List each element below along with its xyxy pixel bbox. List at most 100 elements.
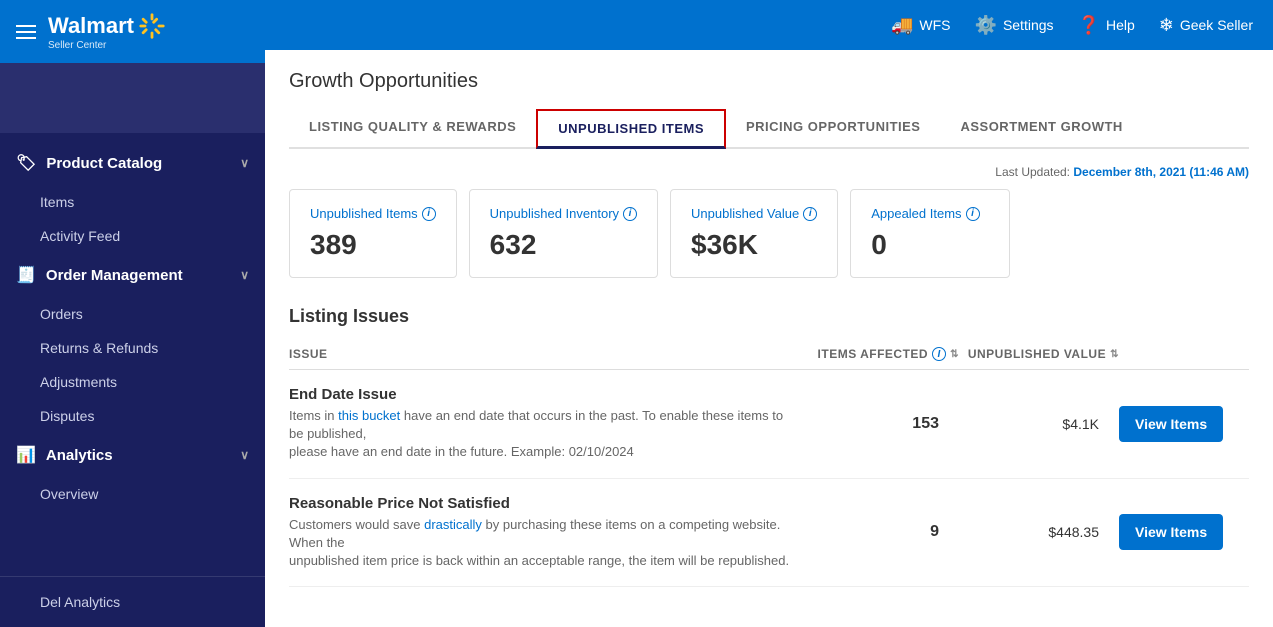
- hamburger-menu[interactable]: [16, 25, 36, 39]
- listing-issues-title: Listing Issues: [289, 306, 1249, 327]
- sidebar-item-returns-refunds[interactable]: Returns & Refunds: [40, 331, 265, 365]
- issue-info-reasonable-price: Reasonable Price Not Satisfied Customers…: [289, 495, 799, 571]
- sidebar-section-analytics-label: Analytics: [46, 447, 113, 464]
- analytics-icon: 📊: [16, 445, 36, 465]
- sidebar-header: Walmart Seller Center: [0, 0, 265, 63]
- last-updated-label: Last Updated:: [995, 165, 1070, 179]
- items-affected-info-icon[interactable]: i: [932, 347, 946, 361]
- sidebar-nav: 🏷 Product Catalog ∨ Items Activity Feed …: [0, 133, 265, 576]
- sidebar-user-area: [0, 63, 265, 133]
- wfs-icon: 🚚: [891, 15, 913, 36]
- items-affected-sort-icon[interactable]: ⇅: [950, 349, 959, 360]
- order-management-chevron: ∨: [240, 268, 249, 282]
- sidebar-item-adjustments[interactable]: Adjustments: [40, 365, 265, 399]
- issue-value-reasonable-price: $448.35: [959, 524, 1119, 540]
- issue-row-end-date: End Date Issue Items in this bucket have…: [289, 370, 1249, 479]
- end-date-highlight: this bucket: [338, 408, 400, 423]
- issue-info-end-date: End Date Issue Items in this bucket have…: [289, 386, 799, 462]
- analytics-chevron: ∨: [240, 448, 249, 462]
- issue-count-reasonable-price: 9: [799, 523, 959, 541]
- stat-card-unpublished-inventory: Unpublished Inventory i 632: [469, 189, 658, 278]
- sidebar-section-order-management: 🧾 Order Management ∨ Orders Returns & Re…: [0, 253, 265, 433]
- tab-pricing-opportunities[interactable]: PRICING OPPORTUNITIES: [726, 109, 940, 149]
- nav-settings-label: Settings: [1003, 17, 1054, 33]
- product-catalog-chevron: ∨: [240, 156, 249, 170]
- stat-card-unpublished-items-value: 389: [310, 229, 436, 261]
- logo-text: Walmart: [48, 15, 134, 37]
- issue-title-end-date: End Date Issue: [289, 386, 799, 403]
- issue-action-reasonable-price: View Items: [1119, 514, 1249, 550]
- stat-card-appealed-items-value: 0: [871, 229, 989, 261]
- stat-card-unpublished-value-value: $36K: [691, 229, 817, 261]
- sidebar-section-product-catalog-label: Product Catalog: [46, 155, 162, 172]
- stats-cards: Unpublished Items i 389 Unpublished Inve…: [289, 189, 1249, 278]
- logo-subtitle: Seller Center: [48, 40, 166, 51]
- stat-card-appealed-items: Appealed Items i 0: [850, 189, 1010, 278]
- unpublished-items-info-icon[interactable]: i: [422, 207, 436, 221]
- sidebar-item-activity-feed[interactable]: Activity Feed: [40, 219, 265, 253]
- stat-card-unpublished-items-label: Unpublished Items i: [310, 206, 436, 221]
- product-catalog-icon: 🏷: [16, 153, 36, 173]
- last-updated: Last Updated: December 8th, 2021 (11:46 …: [289, 165, 1249, 179]
- walmart-spark-icon: [138, 12, 166, 40]
- top-navbar: 🚚 WFS ⚙️ Settings ❓ Help ❄ Geek Seller: [265, 0, 1273, 50]
- sidebar-order-management-subitems: Orders Returns & Refunds Adjustments Dis…: [0, 297, 265, 433]
- reasonable-price-highlight: drastically: [424, 517, 482, 532]
- issue-desc-end-date: Items in this bucket have an end date th…: [289, 407, 799, 462]
- col-header-items-affected: ITEMS AFFECTED i ⇅: [799, 347, 959, 361]
- sidebar-item-orders[interactable]: Orders: [40, 297, 265, 331]
- stat-card-unpublished-items: Unpublished Items i 389: [289, 189, 457, 278]
- sidebar-analytics-subitems: Overview: [0, 477, 265, 511]
- sidebar-section-analytics: 📊 Analytics ∨ Overview: [0, 433, 265, 511]
- tab-assortment-growth[interactable]: ASSORTMENT GROWTH: [940, 109, 1142, 149]
- stat-card-unpublished-value: Unpublished Value i $36K: [670, 189, 838, 278]
- sidebar: Walmart Seller Center: [0, 0, 265, 627]
- tabs: LISTING QUALITY & REWARDS UNPUBLISHED IT…: [289, 109, 1249, 149]
- view-items-button-reasonable-price[interactable]: View Items: [1119, 514, 1223, 550]
- nav-settings[interactable]: ⚙️ Settings: [975, 15, 1054, 36]
- sidebar-bottom: Del Analytics: [0, 576, 265, 627]
- view-items-button-end-date[interactable]: View Items: [1119, 406, 1223, 442]
- unpublished-value-info-icon[interactable]: i: [803, 207, 817, 221]
- nav-wfs[interactable]: 🚚 WFS: [891, 15, 951, 36]
- walmart-logo: Walmart Seller Center: [48, 12, 166, 51]
- issues-table-header: ISSUE ITEMS AFFECTED i ⇅ UNPUBLISHED VAL…: [289, 339, 1249, 370]
- stat-card-unpublished-inventory-label: Unpublished Inventory i: [490, 206, 637, 221]
- listing-issues: Listing Issues ISSUE ITEMS AFFECTED i ⇅ …: [289, 306, 1249, 587]
- tab-unpublished-items[interactable]: UNPUBLISHED ITEMS: [536, 109, 726, 149]
- last-updated-value: December 8th, 2021 (11:46 AM): [1073, 165, 1249, 179]
- stat-card-unpublished-inventory-value: 632: [490, 229, 637, 261]
- user-icon: ❄: [1159, 15, 1174, 36]
- sidebar-section-analytics-header[interactable]: 📊 Analytics ∨: [0, 433, 265, 477]
- sidebar-section-product-catalog: 🏷 Product Catalog ∨ Items Activity Feed: [0, 141, 265, 253]
- col-header-unpublished-value: UNPUBLISHED VALUE ⇅: [959, 347, 1119, 361]
- nav-wfs-label: WFS: [919, 17, 950, 33]
- settings-icon: ⚙️: [975, 15, 997, 36]
- issue-title-reasonable-price: Reasonable Price Not Satisfied: [289, 495, 799, 512]
- tab-listing-quality[interactable]: LISTING QUALITY & REWARDS: [289, 109, 536, 149]
- unpublished-value-sort-icon[interactable]: ⇅: [1110, 349, 1119, 360]
- col-header-issue: ISSUE: [289, 347, 799, 361]
- issue-value-end-date: $4.1K: [959, 416, 1119, 432]
- sidebar-item-disputes[interactable]: Disputes: [40, 399, 265, 433]
- unpublished-inventory-info-icon[interactable]: i: [623, 207, 637, 221]
- page-body: Growth Opportunities LISTING QUALITY & R…: [265, 50, 1273, 627]
- appealed-items-info-icon[interactable]: i: [966, 207, 980, 221]
- nav-help[interactable]: ❓ Help: [1078, 15, 1135, 36]
- page-title: Growth Opportunities: [289, 70, 1249, 93]
- sidebar-item-del-analytics[interactable]: Del Analytics: [40, 585, 265, 619]
- stat-card-appealed-items-label[interactable]: Appealed Items i: [871, 206, 989, 221]
- sidebar-section-product-catalog-header[interactable]: 🏷 Product Catalog ∨: [0, 141, 265, 185]
- main-content: 🚚 WFS ⚙️ Settings ❓ Help ❄ Geek Seller G…: [265, 0, 1273, 627]
- issue-desc-reasonable-price: Customers would save drastically by purc…: [289, 516, 799, 571]
- sidebar-product-catalog-subitems: Items Activity Feed: [0, 185, 265, 253]
- sidebar-item-overview[interactable]: Overview: [40, 477, 265, 511]
- nav-user[interactable]: ❄ Geek Seller: [1159, 15, 1253, 36]
- issue-action-end-date: View Items: [1119, 406, 1249, 442]
- stat-card-unpublished-value-label: Unpublished Value i: [691, 206, 817, 221]
- sidebar-section-order-management-label: Order Management: [46, 267, 183, 284]
- sidebar-item-items[interactable]: Items: [40, 185, 265, 219]
- order-management-icon: 🧾: [16, 265, 36, 285]
- sidebar-section-order-management-header[interactable]: 🧾 Order Management ∨: [0, 253, 265, 297]
- nav-help-label: Help: [1106, 17, 1135, 33]
